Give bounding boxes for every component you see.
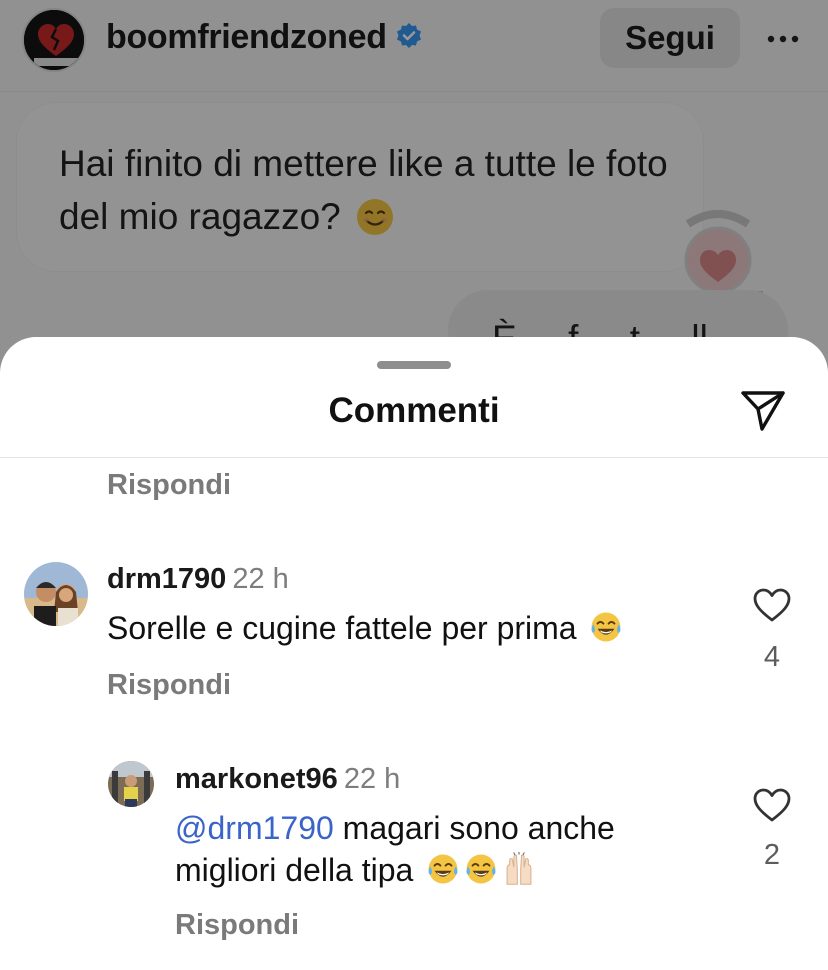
reply-link[interactable]: Rispondi — [107, 669, 231, 702]
avatar-markonet96[interactable] — [108, 761, 154, 807]
comments-sheet: Commenti Rispondi drm1790 22 h Sorelle e … — [0, 337, 828, 970]
like-heart-icon[interactable] — [752, 587, 792, 623]
mention-link[interactable]: @drm1790 — [175, 810, 334, 846]
comment-text: Sorelle e cugine fattele per prima — [107, 610, 577, 646]
avatar-drm1790[interactable] — [24, 562, 88, 626]
user-photo — [24, 562, 88, 626]
like-count: 4 — [763, 641, 781, 673]
user-photo — [108, 761, 154, 807]
tears-of-joy-icon — [466, 854, 496, 884]
tears-of-joy-icon — [428, 854, 458, 884]
comment-username[interactable]: markonet96 — [175, 763, 338, 795]
reply-link[interactable]: Rispondi — [175, 909, 299, 942]
comment-username[interactable]: drm1790 — [107, 563, 226, 595]
share-send-icon[interactable] — [738, 385, 788, 435]
raised-hands-icon — [506, 852, 532, 885]
like-heart-icon[interactable] — [752, 787, 792, 823]
sheet-title: Commenti — [328, 391, 500, 430]
comment-body: Sorelle e cugine fattele per prima — [107, 607, 623, 649]
sheet-grabber-handle[interactable] — [377, 361, 451, 369]
comment-timestamp: 22 h — [232, 563, 289, 595]
comment-timestamp: 22 h — [343, 763, 401, 795]
reply-link[interactable]: Rispondi — [107, 469, 231, 502]
like-count: 2 — [763, 839, 781, 871]
tears-of-joy-icon — [592, 612, 621, 642]
sheet-divider — [0, 457, 828, 458]
comment-body: @drm1790 magari sono anche migliori dell… — [175, 807, 715, 891]
